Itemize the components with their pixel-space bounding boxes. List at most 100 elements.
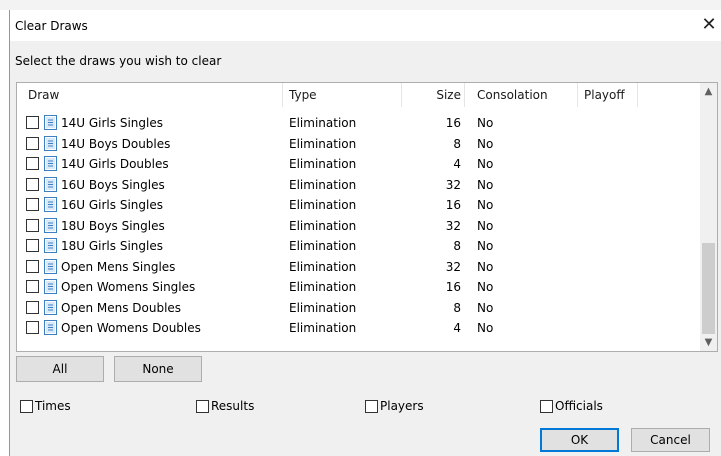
draw-size: 4 bbox=[453, 157, 461, 171]
column-header-draw[interactable]: Draw bbox=[28, 88, 59, 102]
list-header: Draw Type Size Consolation Playoff bbox=[17, 83, 700, 107]
chevron-up-icon[interactable]: ▲ bbox=[700, 83, 717, 100]
players-label[interactable]: Players bbox=[380, 399, 424, 413]
column-divider[interactable] bbox=[282, 83, 283, 107]
draw-size: 8 bbox=[453, 136, 461, 151]
draw-consolation: No bbox=[477, 136, 494, 151]
row-checkbox[interactable] bbox=[26, 280, 39, 293]
draw-consolation: No bbox=[477, 198, 494, 212]
document-icon bbox=[44, 176, 57, 192]
draw-type: Elimination bbox=[289, 116, 357, 130]
document-icon bbox=[44, 299, 57, 315]
table-row[interactable]: 14U Boys Doubles Elimination 8 No bbox=[17, 135, 700, 155]
draw-type: Elimination bbox=[289, 259, 357, 274]
checkbox-box[interactable] bbox=[20, 400, 33, 413]
ok-button[interactable]: OK bbox=[540, 428, 619, 452]
draw-type: Elimination bbox=[289, 157, 357, 171]
document-icon bbox=[44, 258, 57, 274]
row-checkbox[interactable] bbox=[26, 177, 39, 191]
draw-consolation: No bbox=[477, 116, 494, 130]
draw-size: 32 bbox=[445, 177, 461, 192]
checkbox-box[interactable] bbox=[365, 400, 378, 413]
draw-size: 16 bbox=[445, 198, 461, 212]
chevron-down-icon[interactable]: ▼ bbox=[700, 334, 717, 351]
row-checkbox[interactable] bbox=[26, 157, 39, 170]
row-checkbox[interactable] bbox=[26, 239, 39, 252]
officials-label[interactable]: Officials bbox=[555, 399, 603, 413]
row-checkbox[interactable] bbox=[26, 321, 39, 334]
column-header-playoff[interactable]: Playoff bbox=[584, 88, 625, 102]
draw-consolation: No bbox=[477, 300, 494, 315]
table-row[interactable]: Open Womens Doubles Elimination 4 No bbox=[17, 319, 700, 339]
table-row[interactable]: Open Womens Singles Elimination 16 No bbox=[17, 278, 700, 298]
clear-draws-dialog: Clear Draws ✕ Select the draws you wish … bbox=[10, 10, 721, 456]
draw-name: Open Mens Singles bbox=[61, 259, 176, 274]
column-divider[interactable] bbox=[577, 83, 578, 107]
row-checkbox[interactable] bbox=[26, 300, 39, 314]
row-checkbox[interactable] bbox=[26, 218, 39, 232]
document-icon bbox=[44, 156, 57, 171]
column-divider[interactable] bbox=[637, 83, 638, 107]
vertical-scrollbar[interactable]: ▲ ▼ bbox=[700, 83, 717, 351]
draw-name: 18U Boys Singles bbox=[61, 218, 165, 233]
cancel-button[interactable]: Cancel bbox=[631, 428, 710, 452]
document-icon bbox=[44, 217, 57, 233]
column-header-type[interactable]: Type bbox=[289, 88, 317, 102]
document-icon bbox=[44, 115, 57, 130]
column-header-consolation[interactable]: Consolation bbox=[477, 88, 548, 102]
draw-name: Open Womens Doubles bbox=[61, 321, 201, 335]
scrollbar-thumb[interactable] bbox=[702, 243, 715, 334]
row-checkbox[interactable] bbox=[26, 198, 39, 211]
dialog-title: Clear Draws bbox=[15, 19, 88, 33]
column-divider[interactable] bbox=[464, 83, 465, 107]
desktop-strip bbox=[0, 0, 721, 10]
draw-name: 16U Girls Singles bbox=[61, 198, 163, 212]
row-checkbox[interactable] bbox=[26, 136, 39, 150]
column-header-size[interactable]: Size bbox=[401, 88, 461, 102]
table-row[interactable]: 18U Girls Singles Elimination 8 No bbox=[17, 237, 700, 257]
draw-consolation: No bbox=[477, 157, 494, 171]
draw-size: 16 bbox=[445, 116, 461, 130]
draw-size: 4 bbox=[453, 321, 461, 335]
results-label[interactable]: Results bbox=[211, 399, 254, 413]
table-row[interactable]: Open Mens Doubles Elimination 8 No bbox=[17, 299, 700, 319]
table-row[interactable]: 16U Girls Singles Elimination 16 No bbox=[17, 196, 700, 216]
table-row[interactable]: 16U Boys Singles Elimination 32 No bbox=[17, 176, 700, 196]
document-icon bbox=[44, 197, 57, 212]
table-row[interactable]: 14U Girls Singles Elimination 16 No bbox=[17, 114, 700, 134]
draw-type: Elimination bbox=[289, 136, 357, 151]
draw-name: Open Womens Singles bbox=[61, 280, 196, 294]
times-label[interactable]: Times bbox=[35, 399, 71, 413]
draw-consolation: No bbox=[477, 239, 494, 253]
draw-type: Elimination bbox=[289, 177, 357, 192]
draw-type: Elimination bbox=[289, 300, 357, 315]
document-icon bbox=[44, 135, 57, 151]
draw-name: 14U Girls Doubles bbox=[61, 157, 169, 171]
draw-consolation: No bbox=[477, 177, 494, 192]
select-none-button[interactable]: None bbox=[114, 356, 202, 382]
document-icon bbox=[44, 238, 57, 253]
draw-size: 8 bbox=[453, 300, 461, 315]
draw-type: Elimination bbox=[289, 321, 357, 335]
document-icon bbox=[44, 320, 57, 335]
draw-size: 32 bbox=[445, 259, 461, 274]
checkbox-box[interactable] bbox=[540, 400, 553, 413]
table-row[interactable]: Open Mens Singles Elimination 32 No bbox=[17, 258, 700, 278]
draw-consolation: No bbox=[477, 259, 494, 274]
row-checkbox[interactable] bbox=[26, 116, 39, 129]
draw-name: 14U Boys Doubles bbox=[61, 136, 171, 151]
draw-name: 16U Boys Singles bbox=[61, 177, 165, 192]
checkbox-box[interactable] bbox=[196, 400, 209, 413]
draw-name: 18U Girls Singles bbox=[61, 239, 163, 253]
draw-type: Elimination bbox=[289, 218, 357, 233]
draw-size: 16 bbox=[445, 280, 461, 294]
table-row[interactable]: 18U Boys Singles Elimination 32 No bbox=[17, 217, 700, 237]
row-checkbox[interactable] bbox=[26, 259, 39, 273]
draw-name: Open Mens Doubles bbox=[61, 300, 182, 315]
select-all-button[interactable]: All bbox=[16, 356, 104, 382]
table-row[interactable]: 14U Girls Doubles Elimination 4 No bbox=[17, 155, 700, 175]
draw-type: Elimination bbox=[289, 280, 357, 294]
draw-size: 8 bbox=[453, 239, 461, 253]
close-icon[interactable]: ✕ bbox=[697, 14, 721, 38]
draws-list[interactable]: Draw Type Size Consolation Playoff 14U G… bbox=[16, 82, 718, 352]
